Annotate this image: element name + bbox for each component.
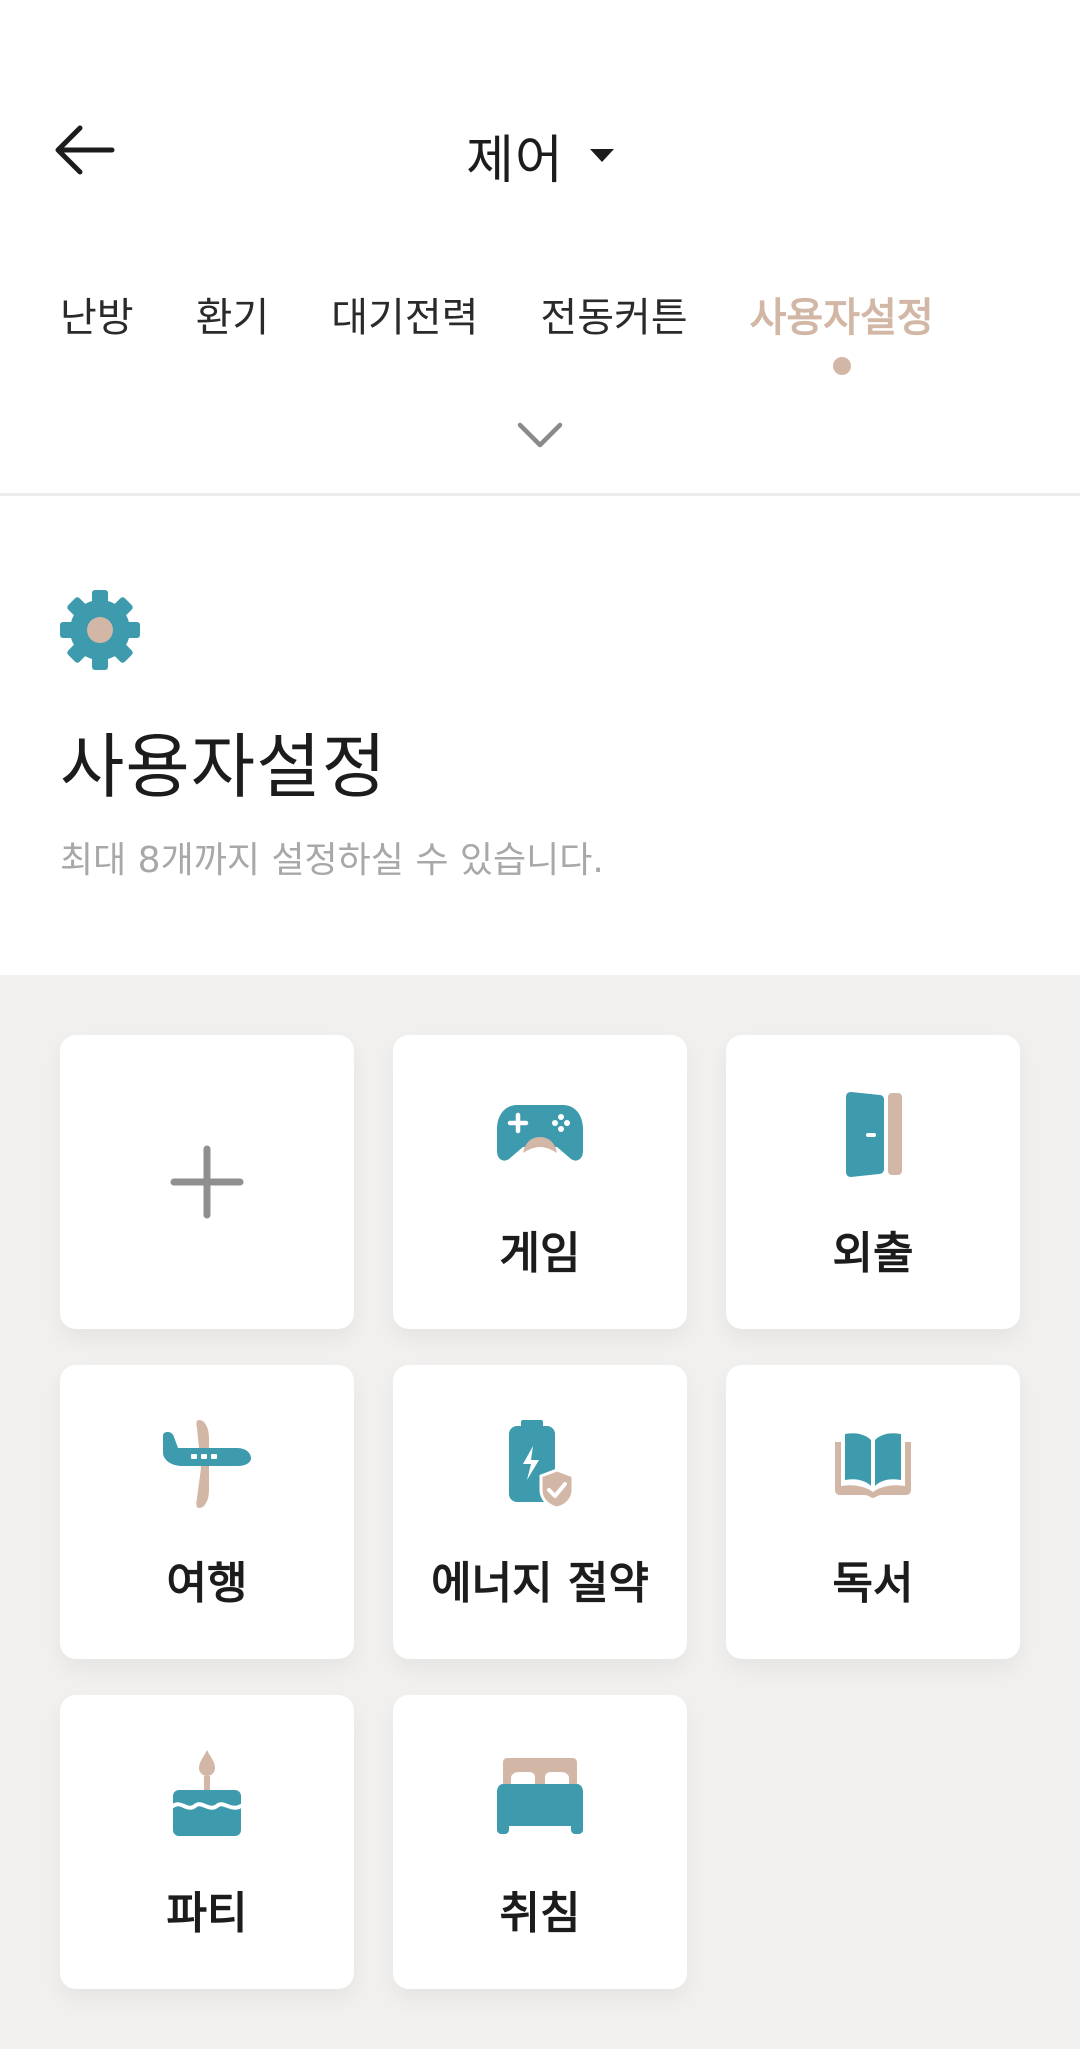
chevron-down-icon (517, 422, 563, 448)
airplane-icon (163, 1420, 251, 1508)
bed-icon (497, 1758, 583, 1834)
tab-label: 대기전력 (331, 295, 479, 341)
card-icon-wrap (726, 1417, 1020, 1511)
tab-label: 난방 (60, 295, 134, 341)
card-icon-wrap (726, 1087, 1020, 1181)
gamepad-icon (497, 1105, 583, 1161)
card-label: 외출 (832, 1228, 914, 1279)
tab-label: 사용자설정 (749, 295, 934, 341)
card-label: 취침 (499, 1888, 581, 1939)
scene-card-reading[interactable]: 독서 (726, 1365, 1020, 1659)
card-label: 파티 (166, 1888, 248, 1939)
scene-card-game[interactable]: 게임 (393, 1035, 687, 1329)
tab-heating[interactable]: 난방 (60, 285, 134, 355)
cake-icon (171, 1750, 243, 1836)
tab-label: 환기 (195, 295, 270, 341)
card-icon-wrap (393, 1417, 687, 1511)
tab-user-settings[interactable]: 사용자설정 (749, 285, 934, 375)
tab-standby-power[interactable]: 대기전력 (331, 285, 478, 355)
section-title: 사용자설정 (60, 726, 387, 808)
section-header: 사용자설정 최대 8개까지 설정하실 수 있습니다. (0, 496, 1080, 974)
book-icon (835, 1433, 911, 1498)
card-label: 게임 (499, 1228, 581, 1279)
scene-grid: 게임 외출 여행 에너지 절약 독서 파티 취침 (0, 975, 1080, 2049)
header: 제어 난방 환기 대기전력 전동커튼 사용자설정 (0, 0, 1080, 496)
scene-card-travel[interactable]: 여행 (60, 1365, 354, 1659)
plus-icon (170, 1145, 244, 1219)
page-title: 제어 (466, 130, 564, 191)
card-icon-wrap (60, 1417, 354, 1511)
add-scene-button[interactable] (60, 1035, 354, 1329)
scene-card-sleep[interactable]: 취침 (393, 1695, 687, 1989)
battery-shield-icon (509, 1420, 575, 1510)
card-label: 독서 (832, 1558, 914, 1609)
door-icon (846, 1092, 902, 1177)
scene-card-party[interactable]: 파티 (60, 1695, 354, 1989)
expand-tabs-button[interactable] (510, 415, 570, 455)
card-label: 여행 (166, 1558, 248, 1609)
tab-bar: 난방 환기 대기전력 전동커튼 사용자설정 (60, 285, 1080, 375)
tab-electric-curtain[interactable]: 전동커튼 (540, 285, 687, 355)
section-subtitle: 최대 8개까지 설정하실 수 있습니다. (60, 840, 604, 881)
active-tab-indicator (832, 357, 851, 375)
title-dropdown[interactable]: 제어 (466, 118, 614, 193)
scene-card-outing[interactable]: 외출 (726, 1035, 1020, 1329)
card-label: 에너지 절약 (431, 1558, 649, 1609)
gear-icon (60, 590, 140, 670)
card-icon-wrap (60, 1747, 354, 1841)
scene-card-energy-saving[interactable]: 에너지 절약 (393, 1365, 687, 1659)
caret-down-icon (589, 148, 614, 162)
card-icon-wrap (393, 1747, 687, 1841)
title-bar: 제어 (0, 115, 1080, 195)
card-icon-wrap (393, 1087, 687, 1181)
tab-ventilation[interactable]: 환기 (196, 285, 270, 355)
tab-label: 전동커튼 (540, 295, 688, 341)
